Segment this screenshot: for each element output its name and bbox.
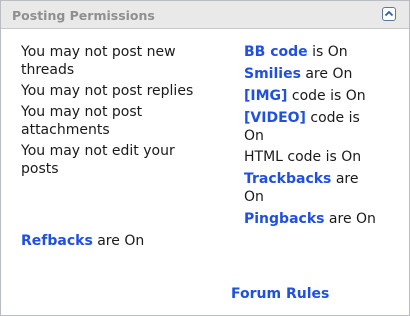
posting-permissions-panel: Posting Permissions You may not post new…: [0, 0, 410, 316]
setting-trackbacks: Trackbacks are: [244, 170, 358, 188]
chevron-up-icon: [384, 10, 394, 17]
setting-bbcode: BB code is On: [244, 43, 348, 61]
img-link[interactable]: [IMG]: [244, 88, 287, 104]
bbcode-link[interactable]: BB code: [244, 44, 308, 60]
collapse-button[interactable]: [382, 7, 396, 21]
perm-edit-line1: You may not edit your: [21, 143, 175, 159]
perm-attachments-line1: You may not post: [21, 104, 143, 120]
setting-video-line2: On: [244, 128, 264, 144]
video-link[interactable]: [VIDEO]: [244, 110, 306, 126]
trackbacks-link[interactable]: Trackbacks: [244, 171, 331, 187]
smilies-status: are On: [300, 66, 353, 82]
pingbacks-link[interactable]: Pingbacks: [244, 211, 324, 227]
smilies-link[interactable]: Smilies: [244, 66, 301, 82]
setting-pingbacks: Pingbacks are On: [244, 210, 376, 228]
trackbacks-status: are: [331, 171, 359, 187]
setting-refbacks: Refbacks are On: [21, 232, 144, 250]
refbacks-link[interactable]: Refbacks: [21, 233, 93, 249]
perm-new-threads-line1: You may not post new: [21, 44, 176, 60]
panel-header: Posting Permissions: [1, 1, 409, 29]
setting-trackbacks-line2: On: [244, 189, 264, 205]
forum-rules-link[interactable]: Forum Rules: [231, 286, 329, 302]
video-status: code is: [305, 110, 360, 126]
setting-html: HTML code is On: [244, 149, 362, 165]
perm-replies: You may not post replies: [21, 83, 194, 99]
perm-attachments-line2: attachments: [21, 122, 110, 138]
setting-smilies: Smilies are On: [244, 65, 352, 83]
img-status: code is On: [287, 88, 366, 104]
bbcode-status: is On: [307, 44, 348, 60]
refbacks-status: are On: [92, 233, 145, 249]
perm-edit-line2: posts: [21, 161, 59, 177]
pingbacks-status: are On: [324, 211, 376, 227]
panel-title: Posting Permissions: [12, 8, 155, 23]
perm-new-threads-line2: threads: [21, 62, 75, 78]
setting-img: [IMG] code is On: [244, 87, 366, 105]
setting-video: [VIDEO] code is: [244, 109, 360, 127]
